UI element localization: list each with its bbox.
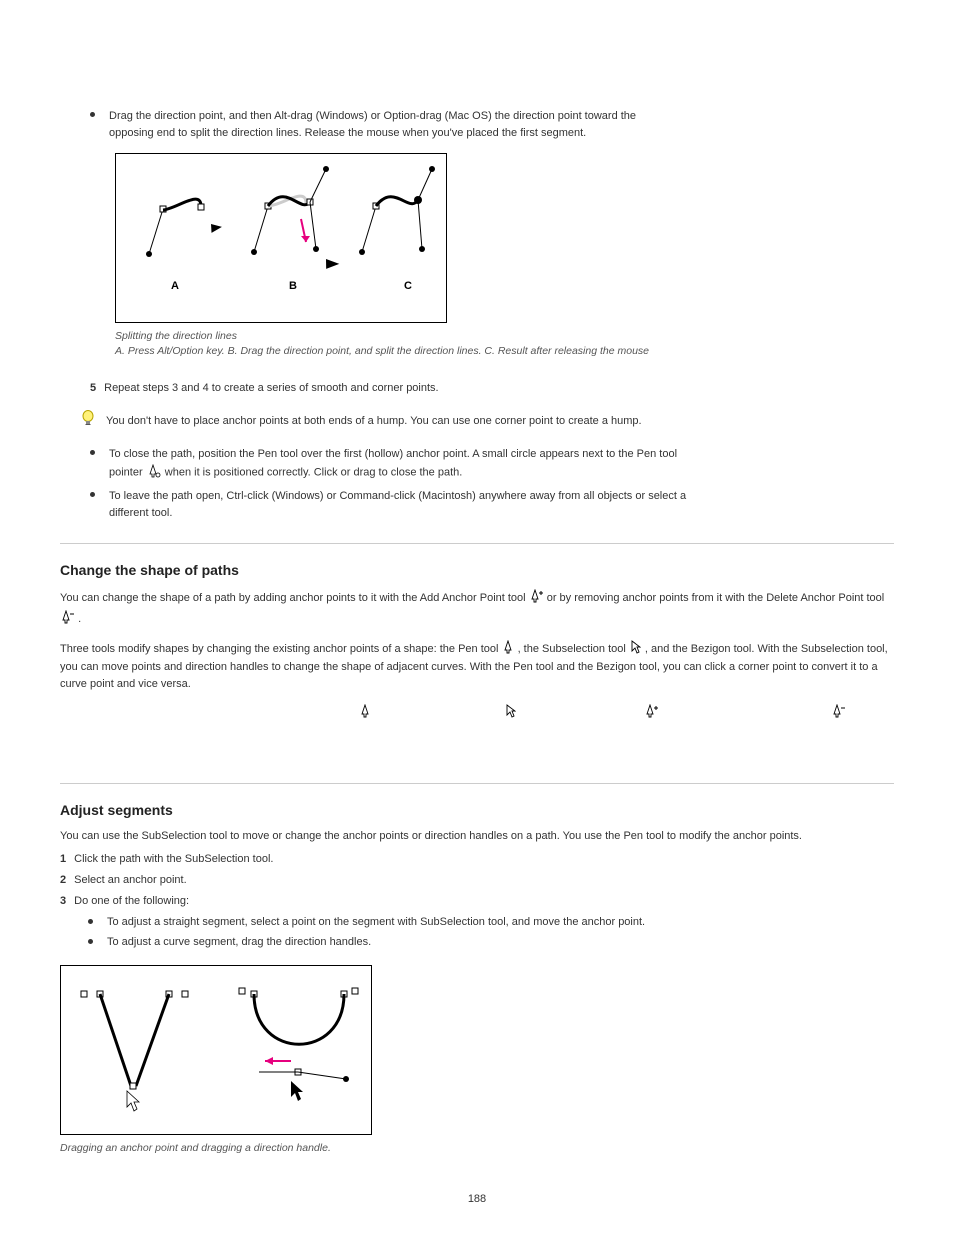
bullet-icon [88, 939, 93, 944]
lightbulb-icon [80, 409, 96, 432]
drag-instruction-text: Drag the direction point, and then Alt-d… [109, 108, 636, 141]
section-divider [60, 783, 894, 784]
tool-icons-row [60, 703, 894, 723]
delete-anchor-point-tool-icon [832, 704, 845, 724]
step3-sub-a: To adjust a straight segment, select a p… [107, 914, 645, 931]
add-anchor-point-tool-icon [645, 704, 658, 724]
close-path-instruction: To close the path, position the Pen tool… [109, 446, 677, 482]
subselection-tool-icon [505, 704, 516, 724]
adjust-segments-p1: You can use the SubSelection tool to mov… [60, 828, 894, 845]
pen-pointer-close-icon [147, 464, 161, 484]
change-shape-p1: You can change the shape of a path by ad… [60, 588, 894, 628]
pen-tool-icon [360, 704, 371, 724]
bullet-icon [90, 450, 95, 455]
step1-text: 1Click the path with the SubSelection to… [60, 851, 894, 868]
step3-sub-b: To adjust a curve segment, drag the dire… [107, 934, 371, 951]
figure-label-b: B [289, 280, 297, 292]
figure-label-a: A [171, 280, 179, 292]
figure-adjust-segments [60, 965, 372, 1135]
step2-text: 2Select an anchor point. [60, 872, 894, 889]
tip-text: You don't have to place anchor points at… [106, 413, 642, 430]
leave-open-instruction: To leave the path open, Ctrl-click (Wind… [109, 488, 686, 521]
section-divider [60, 543, 894, 544]
bullet-icon [90, 492, 95, 497]
heading-change-shape-paths: Change the shape of paths [60, 562, 894, 578]
bullet-icon [88, 919, 93, 924]
figure-split-direction-lines: A B [115, 153, 447, 323]
delete-anchor-point-tool-icon [61, 610, 74, 630]
step3-text: 3Do one of the following: [60, 893, 894, 910]
figure2-caption: Dragging an anchor point and dragging a … [60, 1141, 894, 1156]
pen-tool-icon [503, 640, 514, 660]
figure-label-c: C [404, 280, 412, 292]
figure1-caption: Splitting the direction lines A. Press A… [115, 329, 894, 358]
subselection-tool-icon [630, 640, 641, 660]
step5-text: 5Repeat steps 3 and 4 to create a series… [90, 380, 894, 397]
page-number: 188 [0, 1193, 954, 1205]
bullet-icon [90, 112, 95, 117]
change-shape-p2: Three tools modify shapes by changing th… [60, 639, 894, 693]
heading-adjust-segments: Adjust segments [60, 802, 894, 818]
add-anchor-point-tool-icon [530, 589, 543, 609]
